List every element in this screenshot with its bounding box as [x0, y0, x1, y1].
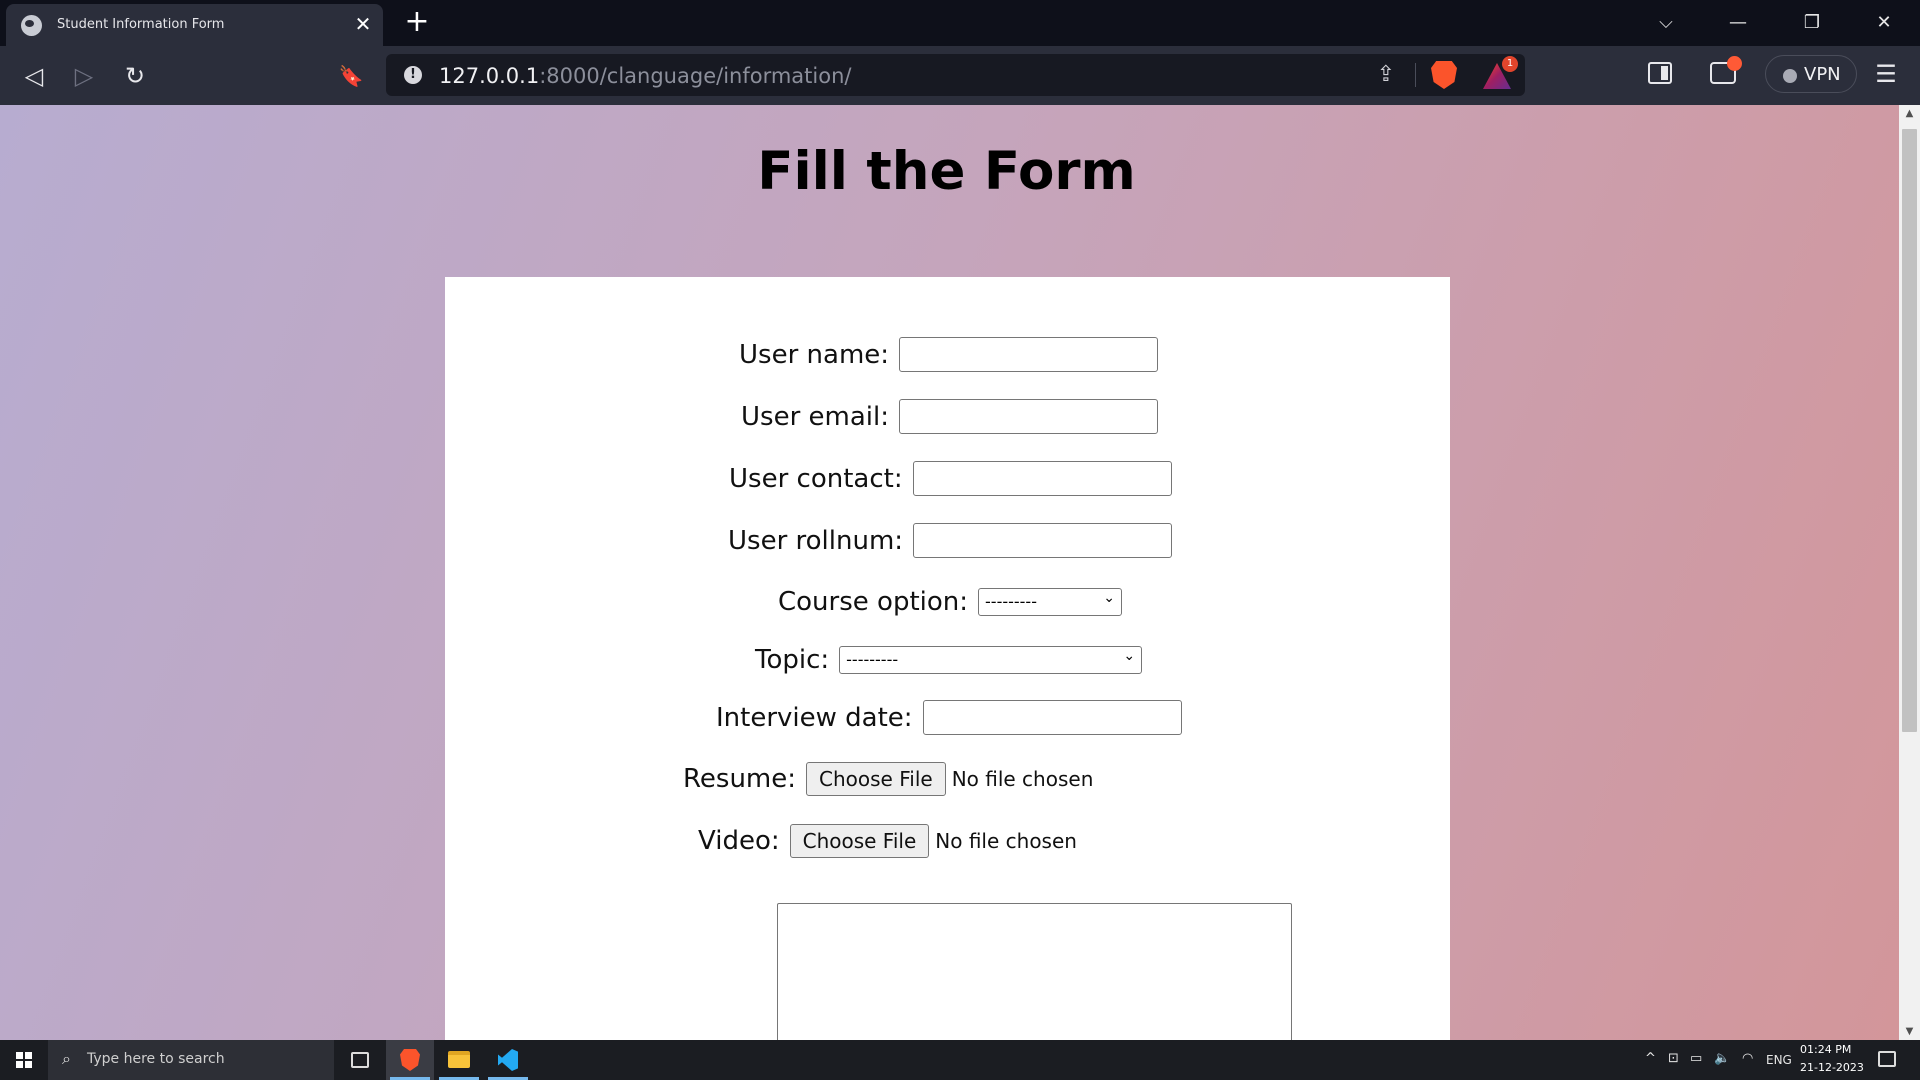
tray-overflow-icon[interactable]: ^	[1645, 1051, 1656, 1066]
search-placeholder: Type here to search	[87, 1051, 225, 1067]
brave-browser-icon	[400, 1049, 420, 1071]
sidebar-icon[interactable]	[1648, 62, 1672, 84]
username-row: User name:	[739, 337, 1159, 372]
meet-now-icon[interactable]: ⊡	[1668, 1051, 1679, 1066]
taskbar-search[interactable]: ⌕ Type here to search	[48, 1040, 334, 1080]
course-selected-value: ---------	[985, 592, 1037, 611]
scroll-up-icon[interactable]: ▲	[1899, 105, 1920, 122]
url-text[interactable]: 127.0.0.1:8000/clanguage/information/	[439, 64, 851, 88]
notification-icon[interactable]	[1878, 1051, 1896, 1067]
interview-row: Interview date:	[716, 700, 1182, 735]
wifi-icon[interactable]: ◠	[1742, 1051, 1753, 1066]
clock-date[interactable]: 21-12-2023	[1800, 1061, 1864, 1074]
windows-logo-icon	[16, 1052, 32, 1068]
resume-choose-file-button[interactable]: Choose File	[806, 762, 946, 796]
course-row: Course option: --------- ⌄	[778, 587, 1123, 617]
share-icon[interactable]: ⇪	[1372, 61, 1400, 89]
tab-title: Student Information Form	[57, 17, 225, 32]
browser-toolbar: ◁ ▷ ↻ 🔖 ! 127.0.0.1:8000/clanguage/infor…	[0, 46, 1920, 105]
topic-label: Topic:	[755, 645, 830, 675]
contact-row: User contact:	[729, 461, 1172, 496]
wallet-notification-dot	[1727, 56, 1742, 71]
windows-taskbar: ⌕ Type here to search ^ ⊡ ▭ 🔈 ◠ ENG 01:2…	[0, 1040, 1920, 1080]
start-button[interactable]	[0, 1040, 48, 1080]
globe-icon	[21, 15, 42, 36]
clock-time[interactable]: 01:24 PM	[1800, 1043, 1851, 1056]
page-viewport: Fill the Form User name: User email: Use…	[0, 105, 1899, 1040]
student-form: User name: User email: User contact: Use…	[445, 277, 1450, 1040]
topic-selected-value: ---------	[846, 650, 899, 669]
folder-icon	[448, 1051, 470, 1068]
reload-icon[interactable]: ↻	[117, 58, 153, 94]
course-label: Course option:	[778, 587, 969, 617]
new-tab-button[interactable]: +	[400, 6, 434, 40]
interview-label: Interview date:	[716, 702, 913, 733]
minimize-button[interactable]: —	[1708, 4, 1768, 42]
taskbar-file-explorer[interactable]	[435, 1040, 483, 1080]
vertical-scrollbar[interactable]: ▲ ▼	[1899, 105, 1920, 1040]
tabs-dropdown-icon[interactable]: ⌵	[1636, 4, 1696, 42]
language-indicator[interactable]: ENG	[1766, 1053, 1792, 1067]
video-label: Video:	[698, 826, 780, 856]
rollnum-input[interactable]	[913, 523, 1173, 558]
email-row: User email:	[741, 399, 1158, 434]
task-view-icon	[351, 1052, 369, 1068]
brave-shields-icon[interactable]	[1431, 61, 1457, 89]
window-close-button[interactable]: ✕	[1854, 4, 1914, 42]
video-file-status: No file chosen	[935, 829, 1077, 853]
page-title: Fill the Form	[757, 141, 1136, 202]
address-bar[interactable]: ! 127.0.0.1:8000/clanguage/information/ …	[386, 54, 1525, 96]
username-input[interactable]	[899, 337, 1159, 372]
resume-file-status: No file chosen	[951, 767, 1094, 791]
tab-close-icon[interactable]: ✕	[351, 12, 375, 36]
menu-icon[interactable]: ☰	[1872, 60, 1900, 88]
video-row: Video: Choose File No file chosen	[698, 824, 1077, 858]
vscode-icon	[498, 1049, 518, 1071]
site-info-icon[interactable]: !	[404, 66, 422, 84]
battery-icon[interactable]: ▭	[1690, 1051, 1702, 1066]
course-select[interactable]: --------- ⌄	[978, 588, 1123, 616]
browser-tab[interactable]: Student Information Form ✕	[6, 4, 383, 46]
restore-button[interactable]: ❐	[1782, 4, 1842, 42]
rollnum-label: User rollnum:	[728, 525, 904, 556]
rollnum-row: User rollnum:	[728, 523, 1173, 558]
resume-label: Resume:	[683, 764, 797, 794]
rewards-badge: 1	[1502, 56, 1518, 72]
taskbar-brave[interactable]	[386, 1040, 434, 1080]
chevron-down-icon: ⌄	[1123, 648, 1136, 664]
video-choose-file-button[interactable]: Choose File	[789, 824, 930, 858]
email-input[interactable]	[899, 399, 1158, 434]
contact-input[interactable]	[912, 461, 1172, 496]
forward-icon[interactable]: ▷	[66, 58, 102, 94]
search-icon: ⌕	[62, 1049, 71, 1068]
url-path: :8000/clanguage/information/	[539, 64, 852, 88]
description-textarea[interactable]	[777, 903, 1292, 1040]
vpn-status-icon	[1783, 69, 1797, 83]
topic-row: Topic: --------- ⌄	[755, 645, 1143, 675]
tab-strip: Student Information Form ✕ + ⌵ — ❐ ✕	[0, 0, 1920, 46]
divider	[1415, 63, 1416, 87]
username-label: User name:	[739, 339, 890, 370]
vpn-label: VPN	[1804, 64, 1841, 85]
taskbar-vscode[interactable]	[484, 1040, 532, 1080]
url-host: 127.0.0.1	[439, 64, 540, 88]
vpn-button[interactable]: VPN	[1765, 55, 1857, 93]
scroll-thumb[interactable]	[1902, 129, 1917, 732]
volume-icon[interactable]: 🔈	[1714, 1051, 1730, 1066]
task-view-button[interactable]	[336, 1040, 384, 1080]
bookmark-icon[interactable]: 🔖	[333, 58, 369, 94]
chevron-down-icon: ⌄	[1103, 590, 1116, 606]
interview-date-input[interactable]	[922, 700, 1182, 735]
resume-row: Resume: Choose File No file chosen	[683, 762, 1093, 796]
contact-label: User contact:	[729, 463, 903, 494]
email-label: User email:	[741, 401, 889, 432]
back-icon[interactable]: ◁	[16, 58, 52, 94]
scroll-down-icon[interactable]: ▼	[1899, 1023, 1920, 1040]
topic-select[interactable]: --------- ⌄	[839, 646, 1143, 674]
